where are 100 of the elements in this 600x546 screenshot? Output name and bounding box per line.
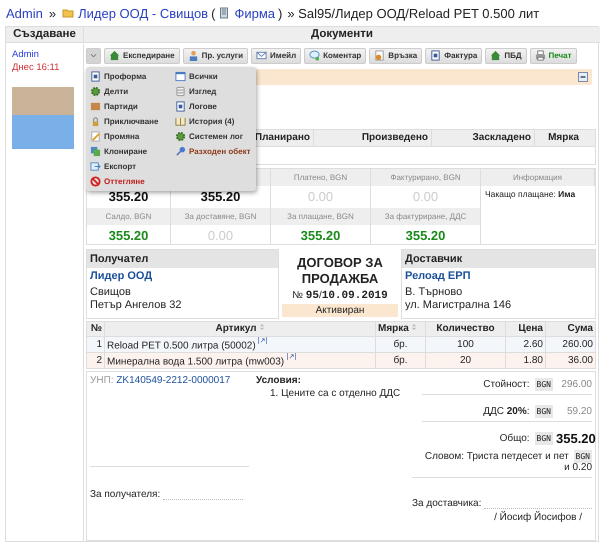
toolbar-button[interactable]: Имейл <box>251 48 302 64</box>
table-cell: 20 <box>426 352 506 368</box>
gear-icon <box>175 130 186 142</box>
summary-label: Информация <box>481 168 595 186</box>
total-amount: 296.00 <box>560 378 592 390</box>
toolbar-button[interactable]: Фактура <box>425 48 482 64</box>
total-amount: 59.20 <box>566 406 592 416</box>
total-label: Стойност: <box>483 378 530 390</box>
gear-icon <box>90 86 101 96</box>
company-link[interactable]: Лидер ООД <box>90 270 275 282</box>
table-header-cell: Заскладено <box>432 130 535 146</box>
menu-item[interactable]: Експорт <box>90 158 171 174</box>
reg-label: УНП: <box>90 374 114 386</box>
doc-icon <box>90 70 101 82</box>
lock-icon <box>90 116 101 126</box>
currency-label: BGN <box>534 378 553 390</box>
section-heading: Доставчик <box>402 250 595 268</box>
menu-item[interactable]: Приключване <box>90 114 171 128</box>
document-number: № 95/10.09.2019 <box>291 290 389 302</box>
paren-text: ( <box>211 6 216 20</box>
menu-item[interactable]: Разходен обект <box>175 144 256 158</box>
table-header-cell: Количество <box>426 321 506 336</box>
menu-item[interactable]: Проформа <box>90 68 171 84</box>
table-cell: бр. <box>376 352 426 368</box>
toolbar-button[interactable]: Експедиране <box>104 48 180 64</box>
menu-item[interactable]: Системен лог <box>175 128 256 144</box>
doc-icon <box>430 50 442 61</box>
collapse-icon[interactable] <box>578 72 588 82</box>
created-time: Днес 16:11 <box>12 62 60 72</box>
address-line: Свищов <box>90 286 132 298</box>
summary-label: За доставяне, BGN <box>171 208 271 224</box>
summary-value: 355.20 <box>371 224 481 244</box>
photo-placeholder <box>12 86 74 148</box>
document-title: ДОГОВОР ЗА ПРОДАЖБА <box>296 254 384 286</box>
toolbar-button[interactable]: Връзка <box>369 48 422 64</box>
toolbar-button[interactable]: Коментар <box>304 48 366 64</box>
table-header-cell[interactable]: Мярка <box>376 321 426 336</box>
menu-item[interactable]: Всички <box>175 68 256 84</box>
table-cell: бр. <box>376 336 426 352</box>
menu-item[interactable]: Партиди <box>90 98 171 114</box>
amount-in-words: Словом: Триста петдесет и пет <box>424 450 569 462</box>
export-icon <box>90 160 101 172</box>
menu-item[interactable]: Оттегляне <box>90 174 171 188</box>
envelope-icon <box>256 50 268 61</box>
currency-label: BGN <box>534 404 553 418</box>
menu-item[interactable]: Промяна <box>90 128 171 144</box>
menu-item[interactable]: Делти <box>90 84 171 98</box>
folder-icon <box>62 7 74 19</box>
user-link[interactable]: Admin <box>12 48 77 60</box>
section-heading: Получател <box>87 250 278 268</box>
table-cell: 260.00 <box>546 336 596 352</box>
menu-item[interactable]: Логове <box>175 98 256 114</box>
column-header: Документи <box>84 27 600 43</box>
signature-label: За доставчика: <box>412 498 482 508</box>
address-line: Петър Ангелов 32 <box>90 298 182 312</box>
breadcrumb-link[interactable]: Admin <box>6 6 43 20</box>
company-link[interactable]: Релоад ЕРП <box>405 270 592 282</box>
box-icon <box>90 100 101 112</box>
summary-label: Платено, BGN <box>271 168 371 186</box>
toolbar-button[interactable]: Пр. услуги <box>182 48 248 64</box>
breadcrumb-separator: » <box>48 6 56 20</box>
table-cell: Reload PET 0.500 литра (50002) <box>107 340 256 352</box>
window-icon <box>175 70 186 82</box>
condition-text: 1. Цените са с отделно ДДС <box>269 388 402 398</box>
sort-icon <box>258 323 265 331</box>
summary-label: За фактуриране, ДДС <box>371 208 481 224</box>
paren-text: ) <box>278 6 282 20</box>
status-label: Активиран <box>282 304 398 316</box>
reg-number-link[interactable]: ZK140549-2212-0000017 <box>116 374 230 386</box>
menu-item[interactable]: Изглед <box>175 84 256 98</box>
table-cell: 36.00 <box>546 352 596 368</box>
menu-item[interactable]: История (4) <box>175 114 256 128</box>
table-header-cell-text: Мярка <box>547 130 580 144</box>
house-icon <box>490 50 502 61</box>
table-cell: Минерална вода 1.500 литра (mw003) <box>107 356 284 368</box>
currency-label: BGN <box>574 450 592 462</box>
table-cell: 1.80 <box>506 352 546 368</box>
sort-icon <box>410 323 417 331</box>
payment-status: Чакащо плащане: Има <box>485 188 576 198</box>
toolbar-button[interactable]: ПБД <box>485 48 527 64</box>
external-link-icon[interactable] <box>258 336 268 344</box>
summary-label: За плащане, BGN <box>271 208 371 224</box>
table-header-cell: № <box>86 321 104 336</box>
menu-item[interactable]: Клониране <box>90 144 171 158</box>
total-label: ДДС 20%: <box>483 406 530 416</box>
table-header-cell: Произведено <box>314 130 432 146</box>
caret-icon <box>90 53 97 58</box>
breadcrumb-link[interactable]: Лидер ООД - Свищов <box>78 6 208 20</box>
external-link-icon[interactable] <box>286 352 296 360</box>
currency-label: BGN <box>534 432 553 444</box>
table-header-cell[interactable]: Артикул <box>104 321 376 336</box>
amount-in-words: и 0.20 <box>564 462 592 472</box>
more-menu-button[interactable] <box>86 48 101 64</box>
breadcrumb-link[interactable]: Фирма <box>234 6 275 20</box>
summary-value: 355.20 <box>87 224 171 244</box>
toolbar-button[interactable]: Печат <box>530 48 577 64</box>
list-icon <box>175 86 186 96</box>
doc-icon <box>175 100 186 112</box>
address-line: В. Търново <box>405 286 464 298</box>
breadcrumb-current: » Sal95/Лидер ООД/Reload PET 0.500 лит <box>287 6 540 20</box>
